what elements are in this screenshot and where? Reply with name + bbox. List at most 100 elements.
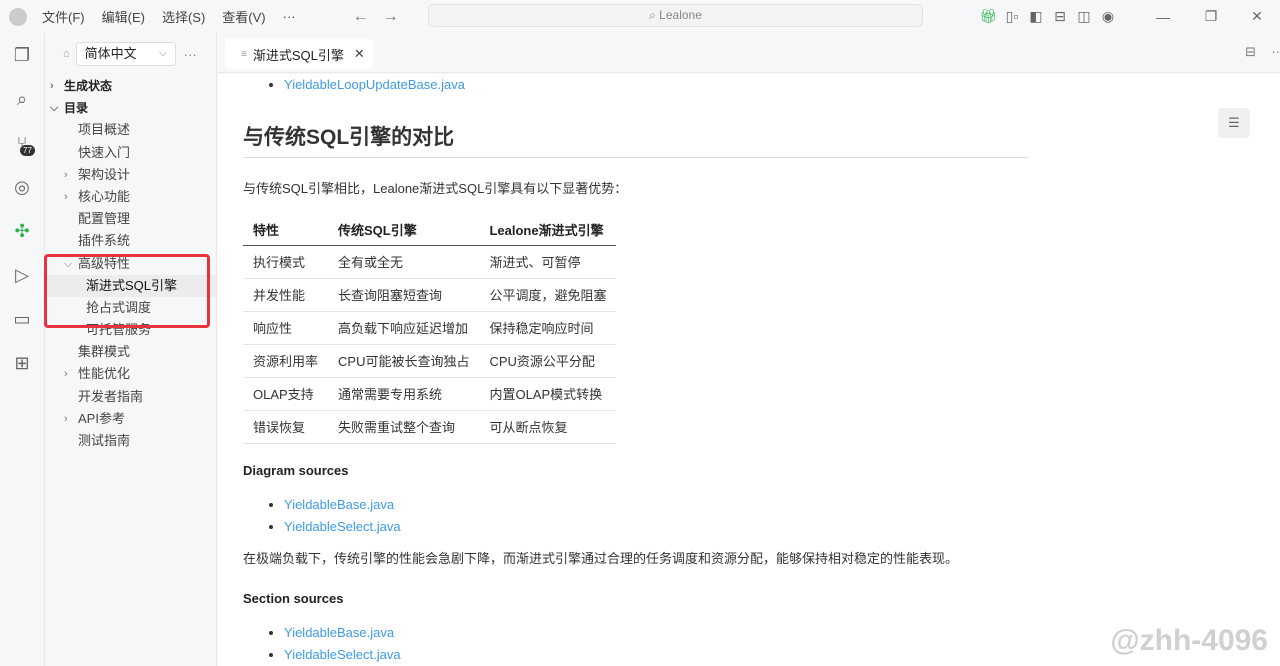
toc-item-label: 核心功能 xyxy=(78,188,131,204)
source-link[interactable]: YieldableSelect.java xyxy=(284,647,401,662)
table-cell: 公平调度，避免阻塞 xyxy=(479,278,617,312)
menu-more[interactable]: ··· xyxy=(283,9,296,24)
toc-item[interactable]: 项目概述 xyxy=(45,119,216,141)
chevron-right-icon[interactable]: › xyxy=(64,408,68,430)
layout-customize-icon[interactable]: ▯▫ xyxy=(1000,8,1024,25)
table-row: 执行模式 全有或全无 渐进式、可暂停 xyxy=(243,245,617,279)
table-cell: 通常需要专用系统 xyxy=(328,377,480,411)
toc-item-label: 配置管理 xyxy=(78,211,131,227)
split-editor-icon[interactable]: ⊟ xyxy=(1245,44,1256,60)
toc-item-label: 项目概述 xyxy=(78,122,131,138)
source-link[interactable]: YieldableSelect.java xyxy=(284,519,401,534)
chevron-down-icon: ⌵ xyxy=(159,48,167,59)
watermark: @zhh-4096 xyxy=(1110,624,1268,657)
toc-item[interactable]: ⌵ 目录 xyxy=(45,97,216,119)
chevron-right-icon[interactable]: › xyxy=(64,186,68,208)
search-input[interactable]: ⌕ Lealone xyxy=(428,4,923,27)
chevron-right-icon[interactable]: › xyxy=(64,363,68,385)
toc-item[interactable]: › API参考 xyxy=(45,408,216,430)
toc-item[interactable]: 测试指南 xyxy=(45,430,216,452)
tab-bar: ≡ 渐进式SQL引擎 ✕ ⊟ ·· xyxy=(218,33,1280,73)
toc-item-label: API参考 xyxy=(78,410,125,426)
explorer-icon[interactable]: ❐ xyxy=(0,33,44,77)
table-cell: 渐进式、可暂停 xyxy=(479,245,617,279)
toc-item[interactable]: › 架构设计 xyxy=(45,164,216,186)
remote-explorer-icon[interactable]: ▭ xyxy=(0,297,44,341)
tab-progressive-sql-engine[interactable]: ≡ 渐进式SQL引擎 ✕ xyxy=(225,39,373,69)
toc-item[interactable]: 配置管理 xyxy=(45,208,216,230)
toc-item[interactable]: 快速入门 xyxy=(45,142,216,164)
table-cell: 可从断点恢复 xyxy=(479,410,617,444)
toc-item-label: 架构设计 xyxy=(78,166,131,182)
source-link[interactable]: YieldableBase.java xyxy=(284,497,394,512)
table-cell: 失败需重试整个查询 xyxy=(328,410,480,444)
toc-item-label: 目录 xyxy=(64,101,89,116)
table-cell: 长查询阻塞短查询 xyxy=(328,278,480,312)
menu-file[interactable]: 文件(F) xyxy=(42,7,85,26)
outline-toggle-icon[interactable]: ☰ xyxy=(1218,108,1250,138)
table-cell: 全有或全无 xyxy=(328,245,480,279)
source-control-icon[interactable]: ⑂ 77 xyxy=(0,121,44,165)
table-row: 响应性 高负载下响应延迟增加 保持稳定响应时间 xyxy=(243,311,617,345)
menu-view[interactable]: 查看(V) xyxy=(222,7,265,26)
toc-item-label: 测试指南 xyxy=(78,433,131,448)
minimize-icon[interactable]: — xyxy=(1138,9,1188,25)
table-row: 并发性能 长查询阻塞短查询 公平调度，避免阻塞 xyxy=(243,278,617,312)
restore-icon[interactable]: ❐ xyxy=(1188,8,1234,25)
table-row: 错误恢复 失败需重试整个查询 可从断点恢复 xyxy=(243,410,617,444)
toc-item-label: 集群模式 xyxy=(78,344,131,360)
search-icon[interactable]: ⌕ xyxy=(0,77,44,121)
toc-item-label: 生成状态 xyxy=(64,79,113,93)
editor-more-icon[interactable]: ·· xyxy=(1271,44,1280,59)
chevron-right-icon[interactable]: › xyxy=(64,164,68,186)
table-cell: 响应性 xyxy=(243,311,329,345)
toc-item[interactable]: 集群模式 xyxy=(45,341,216,363)
graph-icon[interactable]: ✣ xyxy=(0,209,44,253)
compass-icon[interactable]: ◎ xyxy=(0,165,44,209)
table-row: 资源利用率 CPU可能被长查询独占 CPU资源公平分配 xyxy=(243,344,617,378)
table-cell: CPU资源公平分配 xyxy=(479,344,617,378)
chevron-right-icon[interactable]: › xyxy=(50,75,54,97)
table-cell: 错误恢复 xyxy=(243,410,329,444)
source-link[interactable]: YieldableLoopUpdateBase.java xyxy=(284,77,465,92)
source-link[interactable]: YieldableBase.java xyxy=(284,625,394,640)
toc-item-label: 插件系统 xyxy=(78,233,131,249)
toggle-panel-icon[interactable]: ⊟ xyxy=(1048,8,1072,25)
table-cell: CPU可能被长查询独占 xyxy=(328,344,480,378)
title-bar: 文件(F) 编辑(E) 选择(S) 查看(V) ··· ← → ⌕ Lealon… xyxy=(0,0,1280,33)
menu-edit[interactable]: 编辑(E) xyxy=(102,7,145,26)
column-header: Lealone渐进式引擎 xyxy=(479,214,617,246)
chevron-down-icon[interactable]: ⌵ xyxy=(50,97,58,119)
scm-badge: 77 xyxy=(20,145,35,156)
sidebar: ⌂ 简体中文 ⌵ ··· › 生成状态 ⌵ 目录 项目概述 快速入门 › 架构设计 › 核心功能 配置… xyxy=(45,33,217,666)
comparison-table: 特性 传统SQL引擎 Lealone渐进式引擎 执行模式 全有或全无 渐进式、可暂停 并发… xyxy=(243,214,617,444)
toc-item[interactable]: 插件系统 xyxy=(45,230,216,252)
close-tab-icon[interactable]: ✕ xyxy=(354,46,365,62)
toc-item[interactable]: › 性能优化 xyxy=(45,363,216,385)
gift-icon[interactable]: 🎁︎ xyxy=(976,8,1000,25)
toc-item-label: 性能优化 xyxy=(78,366,131,382)
table-cell: 保持稳定响应时间 xyxy=(479,311,617,345)
toc-item[interactable]: › 生成状态 xyxy=(45,75,216,97)
toggle-sidebar-icon[interactable]: ◧ xyxy=(1024,8,1048,25)
intro-paragraph: 与传统SQL引擎相比，Lealone渐进式SQL引擎具有以下显著优势： xyxy=(243,181,628,196)
toc-item[interactable]: 开发者指南 xyxy=(45,386,216,408)
close-window-icon[interactable]: ✕ xyxy=(1234,8,1280,25)
performance-paragraph: 在极端负载下，传统引擎的性能会急剧下降，而渐进式引擎通过合理的任务调度和资源分配… xyxy=(243,550,959,566)
language-select[interactable]: 简体中文 ⌵ xyxy=(75,42,176,66)
back-arrow-icon[interactable]: ← xyxy=(353,8,369,26)
home-icon: ⌂ xyxy=(63,48,70,60)
run-debug-icon[interactable]: ▷ xyxy=(0,253,44,297)
account-icon[interactable]: ◉ xyxy=(1096,8,1120,25)
extensions-icon[interactable]: ⊞ xyxy=(0,341,44,385)
more-icon[interactable]: ··· xyxy=(184,47,197,62)
toggle-secondary-sidebar-icon[interactable]: ◫ xyxy=(1072,8,1096,25)
toc-item[interactable]: › 核心功能 xyxy=(45,186,216,208)
column-header: 特性 xyxy=(243,214,329,246)
table-cell: 执行模式 xyxy=(243,245,329,279)
menu-select[interactable]: 选择(S) xyxy=(162,7,205,26)
table-cell: 并发性能 xyxy=(243,278,329,312)
diagram-sources-heading: Diagram sources xyxy=(243,462,349,478)
table-row: OLAP支持 通常需要专用系统 内置OLAP模式转换 xyxy=(243,377,617,411)
forward-arrow-icon[interactable]: → xyxy=(383,8,399,26)
